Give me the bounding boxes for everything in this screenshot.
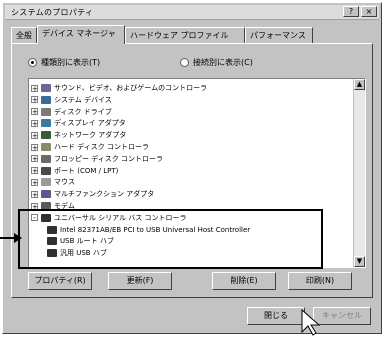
tree-item-label: ディスプレイ アダプタ: [54, 119, 126, 128]
usb-highlight-box: [18, 209, 323, 269]
radio-by-connection[interactable]: 接続別に表示(C): [180, 57, 253, 68]
tree-item[interactable]: + ネットワーク アダプタ: [31, 130, 126, 140]
tree-item[interactable]: + ハード ディスク コントローラ: [31, 142, 149, 152]
expand-icon[interactable]: +: [31, 119, 38, 127]
expand-icon[interactable]: +: [31, 96, 38, 104]
expand-icon[interactable]: +: [31, 190, 38, 198]
tab-general[interactable]: 全般: [11, 27, 37, 43]
tree-item-label: マルチファンクション アダプタ: [54, 190, 155, 199]
tree-item[interactable]: + マルチファンクション アダプタ: [31, 189, 154, 199]
close-button[interactable]: ×: [361, 6, 377, 17]
radio-by-type-label: 種類別に表示(T): [41, 58, 101, 67]
expand-icon[interactable]: +: [31, 167, 38, 175]
window-title: システムのプロパティ: [11, 8, 94, 17]
tree-item[interactable]: + ディスク ドライブ: [31, 107, 112, 117]
help-button[interactable]: ?: [343, 6, 359, 17]
tree-item-label: サウンド、ビデオ、およびゲームのコントローラ: [54, 84, 208, 92]
mouse-icon: [41, 178, 51, 187]
hdd-controller-icon: [41, 143, 51, 151]
expand-icon[interactable]: +: [31, 131, 38, 139]
disk-drive-icon: [41, 107, 51, 116]
mouse-pointer-icon: [301, 308, 321, 336]
network-icon: [41, 131, 51, 140]
print-button[interactable]: 印刷(N): [288, 272, 352, 290]
sound-icon: [41, 84, 51, 92]
tab-device-manager[interactable]: デバイス マネージャ: [37, 25, 125, 44]
tree-item[interactable]: + システム デバイス: [31, 95, 112, 105]
system-properties-window: システムのプロパティ ? × 全般 デバイス マネージャ ハードウェア プロファ…: [2, 2, 382, 334]
tree-item[interactable]: + ディスプレイ アダプタ: [31, 118, 126, 128]
scroll-down-icon[interactable]: ▼: [354, 256, 365, 267]
radio-dot: [180, 58, 189, 67]
tree-item-label: ネットワーク アダプタ: [54, 131, 127, 140]
expand-icon[interactable]: +: [31, 143, 38, 151]
tree-item-label: ディスク ドライブ: [54, 107, 112, 116]
tree-item-label: システム デバイス: [54, 95, 112, 104]
callout-arrow-icon: [14, 233, 22, 243]
properties-button[interactable]: プロパティ(R): [28, 272, 92, 290]
port-icon: [41, 166, 51, 175]
tree-scrollbar[interactable]: ▲ ▼: [353, 79, 365, 267]
tree-item[interactable]: + マウス: [31, 177, 75, 187]
tree-item[interactable]: + サウンド、ビデオ、およびゲームのコントローラ: [31, 83, 207, 93]
multifunction-icon: [41, 190, 51, 199]
tree-item-label: フロッピー ディスク コントローラ: [54, 154, 163, 163]
radio-dot: [28, 58, 37, 67]
radio-by-connection-label: 接続別に表示(C): [193, 58, 253, 67]
remove-button[interactable]: 削除(E): [212, 272, 276, 290]
radio-by-type[interactable]: 種類別に表示(T): [28, 57, 100, 68]
system-device-icon: [41, 95, 51, 104]
tree-item[interactable]: + フロッピー ディスク コントローラ: [31, 154, 163, 164]
tree-item-label: マウス: [54, 178, 75, 187]
scroll-up-icon[interactable]: ▲: [354, 79, 365, 90]
tree-item-label: ハード ディスク コントローラ: [54, 143, 149, 151]
tree-item[interactable]: + ポート (COM / LPT): [31, 166, 118, 176]
expand-icon[interactable]: +: [31, 84, 38, 92]
tree-item-label: ポート (COM / LPT): [54, 166, 119, 175]
tab-performance[interactable]: パフォーマンス: [245, 27, 313, 43]
tab-hardware-profiles[interactable]: ハードウェア プロファイル: [125, 27, 245, 43]
expand-icon[interactable]: +: [31, 178, 38, 186]
floppy-controller-icon: [41, 154, 51, 163]
refresh-button[interactable]: 更新(F): [108, 272, 172, 290]
ok-button[interactable]: 閉じる: [247, 307, 305, 325]
display-icon: [41, 119, 51, 128]
title-bar: システムのプロパティ ? ×: [5, 5, 379, 20]
expand-icon[interactable]: +: [31, 155, 38, 163]
expand-icon[interactable]: +: [31, 108, 38, 116]
